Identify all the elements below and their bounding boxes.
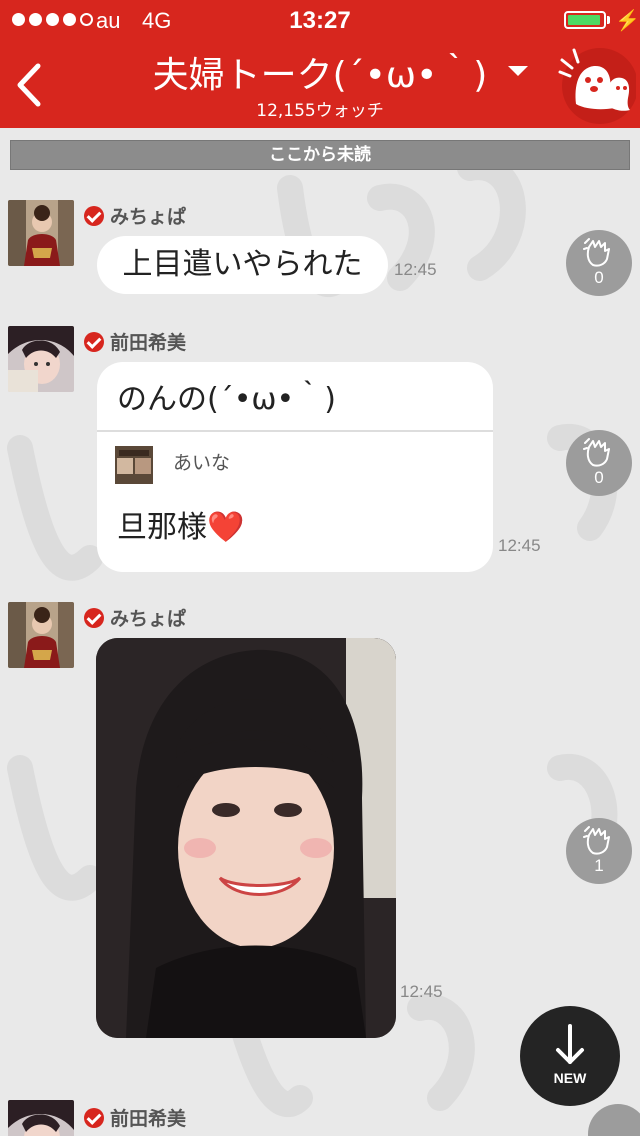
- sender-name-text: 前田希美: [110, 332, 187, 354]
- clap-button[interactable]: 0: [566, 230, 632, 296]
- caret-down-icon[interactable]: [508, 66, 528, 76]
- battery-tip: [607, 16, 610, 24]
- quote-divider: [97, 430, 493, 432]
- chat-timeline[interactable]: ここから未読 みちょぱ 上目遣いやられた 12:45 0 前田希美 のんの(´•…: [0, 128, 640, 1136]
- jump-to-new-button[interactable]: NEW: [520, 1006, 620, 1106]
- new-label: NEW: [553, 1070, 587, 1086]
- clap-button[interactable]: 1: [566, 818, 632, 884]
- clap-count: 0: [594, 268, 604, 287]
- unread-divider: ここから未読: [10, 140, 630, 170]
- message-time: 12:45: [498, 536, 541, 555]
- verified-badge-icon: [84, 331, 104, 352]
- message-time: 12:45: [394, 260, 437, 279]
- battery-level-fill: [568, 15, 601, 25]
- sender-name-text: みちょぱ: [110, 206, 187, 228]
- avatar[interactable]: [8, 602, 74, 668]
- navigation-bar: 夫婦トーク(´•ω•｀) 12,155ウォッチ: [0, 40, 640, 128]
- status-bar: au 4G 13:27 ⚡: [0, 0, 640, 40]
- arrow-down-icon: [556, 1024, 584, 1064]
- sender-name: みちょぱ: [84, 604, 186, 631]
- message-text: のんの(´•ω•｀): [117, 382, 336, 417]
- ghost-mascot-icon[interactable]: [556, 46, 638, 124]
- verified-badge-icon: [84, 607, 104, 628]
- clap-count: 1: [594, 856, 604, 875]
- sender-name-text: 前田希美: [110, 1108, 187, 1130]
- verified-badge-icon: [84, 205, 104, 226]
- chevron-left-icon: [17, 63, 41, 107]
- quoted-sender-name: あいな: [173, 452, 231, 474]
- charging-icon: ⚡: [615, 10, 640, 32]
- battery-icon: [564, 11, 606, 29]
- sender-name: 前田希美: [84, 328, 186, 355]
- watch-count: 12,155ウォッチ: [256, 101, 384, 121]
- room-title[interactable]: 夫婦トーク(´•ω•｀): [140, 46, 500, 98]
- clap-hands-icon: [583, 826, 610, 855]
- message-bubble-with-quote[interactable]: のんの(´•ω•｀) あいな 旦那様❤️: [97, 362, 493, 572]
- clock: 13:27: [289, 7, 351, 34]
- sender-name: みちょぱ: [84, 202, 186, 229]
- verified-badge-icon: [84, 1107, 104, 1128]
- sender-name-text: みちょぱ: [110, 608, 187, 630]
- quoted-text: 旦那様❤️: [117, 510, 245, 545]
- message-bubble[interactable]: 上目遣いやられた: [97, 236, 388, 294]
- sender-name: 前田希美: [84, 1104, 186, 1131]
- avatar[interactable]: [8, 1100, 74, 1136]
- quoted-avatar: [115, 446, 153, 484]
- message-time: 12:45: [400, 982, 443, 1001]
- avatar[interactable]: [8, 200, 74, 266]
- photo-message[interactable]: [96, 638, 396, 1038]
- back-button[interactable]: [12, 60, 52, 110]
- avatar[interactable]: [8, 326, 74, 392]
- clap-count: 0: [594, 468, 604, 487]
- clap-hands-icon: [583, 438, 610, 467]
- clap-hands-icon: [583, 238, 610, 267]
- clap-button[interactable]: 0: [566, 430, 632, 496]
